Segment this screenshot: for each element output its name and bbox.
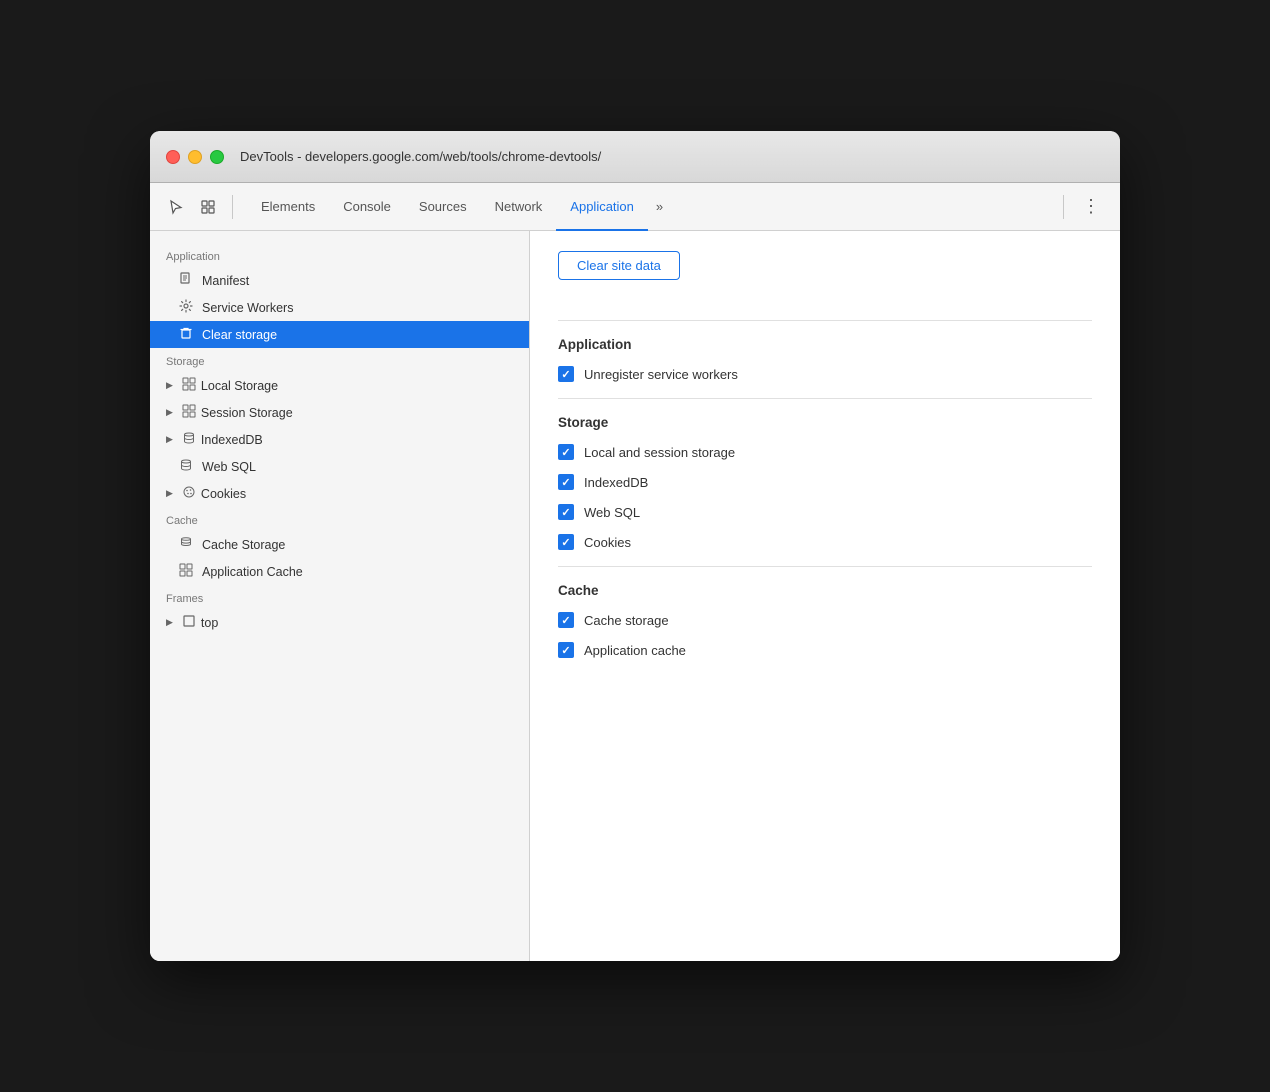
arrow-icon: ▶: [166, 407, 173, 418]
sidebar: Application Manifest: [150, 231, 530, 961]
arrow-icon: ▶: [166, 617, 173, 628]
cookies-label: Cookies: [201, 487, 513, 501]
cookies-checkbox[interactable]: [558, 534, 574, 550]
sidebar-item-cache-storage[interactable]: Cache Storage: [150, 531, 529, 558]
cache-storage-row: Cache storage: [558, 612, 1092, 628]
sidebar-section-storage: Storage: [150, 348, 529, 372]
sidebar-item-web-sql[interactable]: Web SQL: [150, 453, 529, 480]
local-storage-label: Local Storage: [201, 379, 513, 393]
arrow-icon: ▶: [166, 488, 173, 499]
cache-section: Cache Cache storage Application cache: [558, 583, 1092, 658]
sidebar-item-session-storage[interactable]: ▶ Session Storage: [150, 399, 529, 426]
tab-network[interactable]: Network: [481, 183, 557, 231]
manifest-label: Manifest: [202, 274, 513, 288]
local-session-storage-checkbox[interactable]: [558, 444, 574, 460]
cache-storage-label: Cache storage: [584, 613, 669, 628]
grid-icon: [181, 377, 197, 394]
sidebar-item-manifest[interactable]: Manifest: [150, 267, 529, 294]
web-sql-checkbox[interactable]: [558, 504, 574, 520]
sidebar-item-app-cache[interactable]: Application Cache: [150, 558, 529, 585]
cursor-icon[interactable]: [162, 193, 190, 221]
devtools-window: DevTools - developers.google.com/web/too…: [150, 131, 1120, 961]
divider-3: [558, 566, 1092, 567]
toolbar-divider-2: [1063, 195, 1064, 219]
grid-icon-2: [181, 404, 197, 421]
inspect-icon[interactable]: [194, 193, 222, 221]
sidebar-section-application: Application: [150, 243, 529, 267]
storage-section: Storage Local and session storage Indexe…: [558, 415, 1092, 550]
layers-icon: [178, 536, 194, 553]
top-frame-label: top: [201, 616, 513, 630]
arrow-icon: ▶: [166, 380, 173, 391]
service-workers-label: Service Workers: [202, 301, 513, 315]
cookies-row: Cookies: [558, 534, 1092, 550]
content-panel: Clear site data Application Unregister s…: [530, 231, 1120, 961]
close-button[interactable]: [166, 150, 180, 164]
more-tabs-button[interactable]: »: [648, 199, 671, 214]
app-cache-icon: [178, 563, 194, 580]
application-cache-checkbox[interactable]: [558, 642, 574, 658]
cookies-icon: [181, 485, 197, 502]
sidebar-item-cookies[interactable]: ▶ Cookies: [150, 480, 529, 507]
maximize-button[interactable]: [210, 150, 224, 164]
cookies-label: Cookies: [584, 535, 631, 550]
application-section: Application Unregister service workers: [558, 337, 1092, 382]
sidebar-section-frames: Frames: [150, 585, 529, 609]
sidebar-item-top[interactable]: ▶ top: [150, 609, 529, 636]
window-title: DevTools - developers.google.com/web/too…: [240, 149, 601, 164]
db-icon-2: [178, 458, 194, 475]
toolbar: Elements Console Sources Network Applica…: [150, 183, 1120, 231]
sidebar-section-cache: Cache: [150, 507, 529, 531]
web-sql-label: Web SQL: [584, 505, 640, 520]
frame-icon: [181, 614, 197, 631]
cache-section-title: Cache: [558, 583, 1092, 598]
toolbar-divider: [232, 195, 233, 219]
storage-section-title: Storage: [558, 415, 1092, 430]
gear-icon: [178, 299, 194, 316]
local-session-storage-row: Local and session storage: [558, 444, 1092, 460]
web-sql-row: Web SQL: [558, 504, 1092, 520]
divider-1: [558, 320, 1092, 321]
divider-2: [558, 398, 1092, 399]
sidebar-item-local-storage[interactable]: ▶ Local Storage: [150, 372, 529, 399]
tab-console[interactable]: Console: [329, 183, 405, 231]
sidebar-item-clear-storage[interactable]: Clear storage: [150, 321, 529, 348]
unregister-service-workers-label: Unregister service workers: [584, 367, 738, 382]
arrow-icon: ▶: [166, 434, 173, 445]
indexeddb-checkbox[interactable]: [558, 474, 574, 490]
indexeddb-row: IndexedDB: [558, 474, 1092, 490]
app-cache-label: Application Cache: [202, 565, 513, 579]
unregister-service-workers-checkbox[interactable]: [558, 366, 574, 382]
application-cache-row: Application cache: [558, 642, 1092, 658]
session-storage-label: Session Storage: [201, 406, 513, 420]
titlebar: DevTools - developers.google.com/web/too…: [150, 131, 1120, 183]
cache-storage-label: Cache Storage: [202, 538, 513, 552]
trash-icon: [178, 326, 194, 343]
db-icon: [181, 431, 197, 448]
sidebar-item-indexeddb[interactable]: ▶ IndexedDB: [150, 426, 529, 453]
clear-storage-label: Clear storage: [202, 328, 513, 342]
sidebar-item-service-workers[interactable]: Service Workers: [150, 294, 529, 321]
clear-site-data-button[interactable]: Clear site data: [558, 251, 680, 280]
unregister-service-workers-row: Unregister service workers: [558, 366, 1092, 382]
indexeddb-label: IndexedDB: [584, 475, 648, 490]
tab-application[interactable]: Application: [556, 183, 648, 231]
tab-sources[interactable]: Sources: [405, 183, 481, 231]
cache-storage-checkbox[interactable]: [558, 612, 574, 628]
web-sql-label: Web SQL: [202, 460, 513, 474]
application-cache-label: Application cache: [584, 643, 686, 658]
doc-icon: [178, 272, 194, 289]
toolbar-tabs: Elements Console Sources Network Applica…: [247, 183, 1053, 230]
menu-button[interactable]: ⋮: [1074, 192, 1108, 221]
indexeddb-label: IndexedDB: [201, 433, 513, 447]
main-area: Application Manifest: [150, 231, 1120, 961]
minimize-button[interactable]: [188, 150, 202, 164]
local-session-storage-label: Local and session storage: [584, 445, 735, 460]
tab-elements[interactable]: Elements: [247, 183, 329, 231]
traffic-lights: [166, 150, 224, 164]
application-section-title: Application: [558, 337, 1092, 352]
